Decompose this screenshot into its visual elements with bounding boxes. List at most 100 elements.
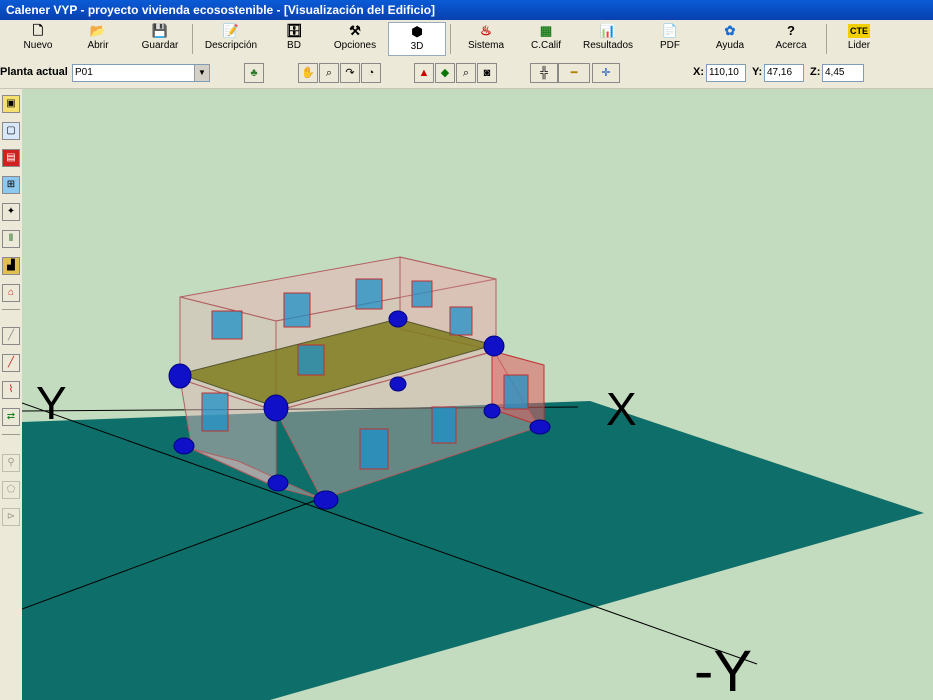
sistema-button[interactable]: ♨ Sistema [458,22,514,56]
acerca-label: Acerca [775,40,807,51]
pdf-button[interactable]: 📄 PDF [650,22,690,56]
guardar-label: Guardar [141,40,179,51]
planta-actual-value: P01 [75,67,93,78]
planta-actual-select[interactable]: P01 ▼ [72,64,210,82]
tree-icon[interactable]: ♣ [244,63,264,83]
extrude-icon: ⊳ [2,508,20,526]
open-folder-icon: 📂 [89,23,107,38]
line-icon[interactable]: ╱ [2,327,20,345]
left-toolbar: ▣ ▢ ▤ ⊞ ✦ Ⅱ ▟ ⌂ ╱ ╱ ⌇ ⇄ ⚲ ⬠ ⊳ [0,89,23,700]
coord-y-field[interactable]: 47,16 [764,64,804,82]
shade-icon[interactable]: ▟ [2,257,20,275]
window [355,278,383,310]
system-icon: ♨ [480,23,492,38]
magic-wand-icon[interactable]: ✦ [2,203,20,221]
bd-label: BD [287,40,301,51]
window [431,406,457,444]
scene-3d: Y X -Y [22,256,924,700]
window [297,344,325,376]
vertex-marker[interactable] [263,394,289,422]
cte-lider-icon: CTE [848,24,870,38]
vertex-marker[interactable] [483,403,501,419]
sistema-label: Sistema [467,40,505,51]
vertex-marker[interactable] [388,310,408,328]
ccalif-button[interactable]: ▦ C.Calif [522,22,570,56]
pdf-icon: 📄 [661,23,679,38]
window [503,374,529,410]
orbit-icon[interactable]: ◔ [361,63,381,83]
move-icon[interactable]: ⇄ [2,408,20,426]
3d-button[interactable]: ⬢ 3D [388,22,446,56]
space-icon[interactable]: ▢ [2,122,20,140]
polyline-icon[interactable]: ⌇ [2,381,20,399]
bd-button[interactable]: 🗄 BD [274,22,314,56]
3d-label: 3D [410,41,424,52]
descripcion-button[interactable]: 📝 Descripción [198,22,264,56]
ccalif-label: C.Calif [530,40,561,51]
title-bar: Calener VYP - proyecto vivienda ecososte… [0,0,933,20]
help-icon: ✿ [724,23,736,38]
opciones-button[interactable]: ⚒ Opciones [326,22,384,56]
zoom-selection-icon[interactable]: ⌕ [456,63,476,83]
description-icon: 📝 [222,23,240,38]
results-chart-icon: 📊 [599,23,617,38]
axis-x-label: X [606,383,637,435]
resultados-button[interactable]: 📊 Resultados [576,22,640,56]
window [359,428,389,470]
coord-x-field[interactable]: 110,10 [706,64,746,82]
coord-z-field[interactable]: 4,45 [822,64,864,82]
ruler-icon[interactable]: ━ [558,63,590,83]
question-icon: ? [787,23,795,38]
wall-icon[interactable]: ▤ [2,149,20,167]
zoom-icon[interactable]: ⌕ [319,63,339,83]
window-title: Calener VYP - proyecto vivienda ecososte… [6,3,436,17]
toolbar-separator [2,434,20,435]
vertex-marker[interactable] [173,437,195,455]
window [201,392,229,432]
vertex-marker[interactable] [483,335,505,357]
floor-plan-icon[interactable]: ▣ [2,95,20,113]
camera-icon[interactable]: ◙ [477,63,497,83]
coord-x-label: X: [693,66,704,78]
guardar-button[interactable]: 💾 Guardar [134,22,186,56]
vertex-marker[interactable] [529,419,551,435]
chevron-down-icon[interactable]: ▼ [194,65,209,81]
opciones-label: Opciones [333,40,377,51]
building-3d-viewport[interactable]: Y X -Y [22,89,933,700]
planta-actual-label: Planta actual [0,66,68,78]
axis-neg-y-label: -Y [694,639,752,700]
grid-snap-icon[interactable]: ╬ [530,63,558,83]
window [211,310,243,340]
toolbar-separator [192,24,193,54]
coord-y-label: Y: [752,66,763,78]
hammer-icon: ⚒ [349,23,361,38]
window [449,306,473,336]
red-line-icon[interactable]: ╱ [2,354,20,372]
save-disk-icon: 💾 [151,23,169,38]
new-document-icon: 🗋 [32,23,44,38]
lider-button[interactable]: CTE Lider [836,22,882,56]
layers-icon[interactable]: ◆ [435,63,455,83]
figure-icon: ⚲ [2,454,20,472]
vertex-marker[interactable] [313,490,339,510]
crosshair-icon[interactable]: ✛ [592,63,620,83]
vertex-marker[interactable] [267,474,289,492]
rotate-icon[interactable]: ↷ [340,63,360,83]
nuevo-button[interactable]: 🗋 Nuevo [14,22,62,56]
acerca-button[interactable]: ? Acerca [766,22,816,56]
column-icon[interactable]: Ⅱ [2,230,20,248]
toolbar-separator [450,24,451,54]
vertex-marker[interactable] [389,376,407,392]
shapes-icon[interactable]: ▲ [414,63,434,83]
resultados-label: Resultados [582,40,634,51]
vertex-marker[interactable] [168,363,192,389]
abrir-button[interactable]: 📂 Abrir [74,22,122,56]
coord-z-label: Z: [810,66,821,78]
database-icon: 🗄 [285,23,303,38]
axis-y-label: Y [36,377,67,429]
roof-icon[interactable]: ⌂ [2,284,20,302]
pan-hand-icon[interactable]: ✋ [298,63,318,83]
ayuda-button[interactable]: ✿ Ayuda [706,22,754,56]
window [283,292,311,328]
window-icon[interactable]: ⊞ [2,176,20,194]
